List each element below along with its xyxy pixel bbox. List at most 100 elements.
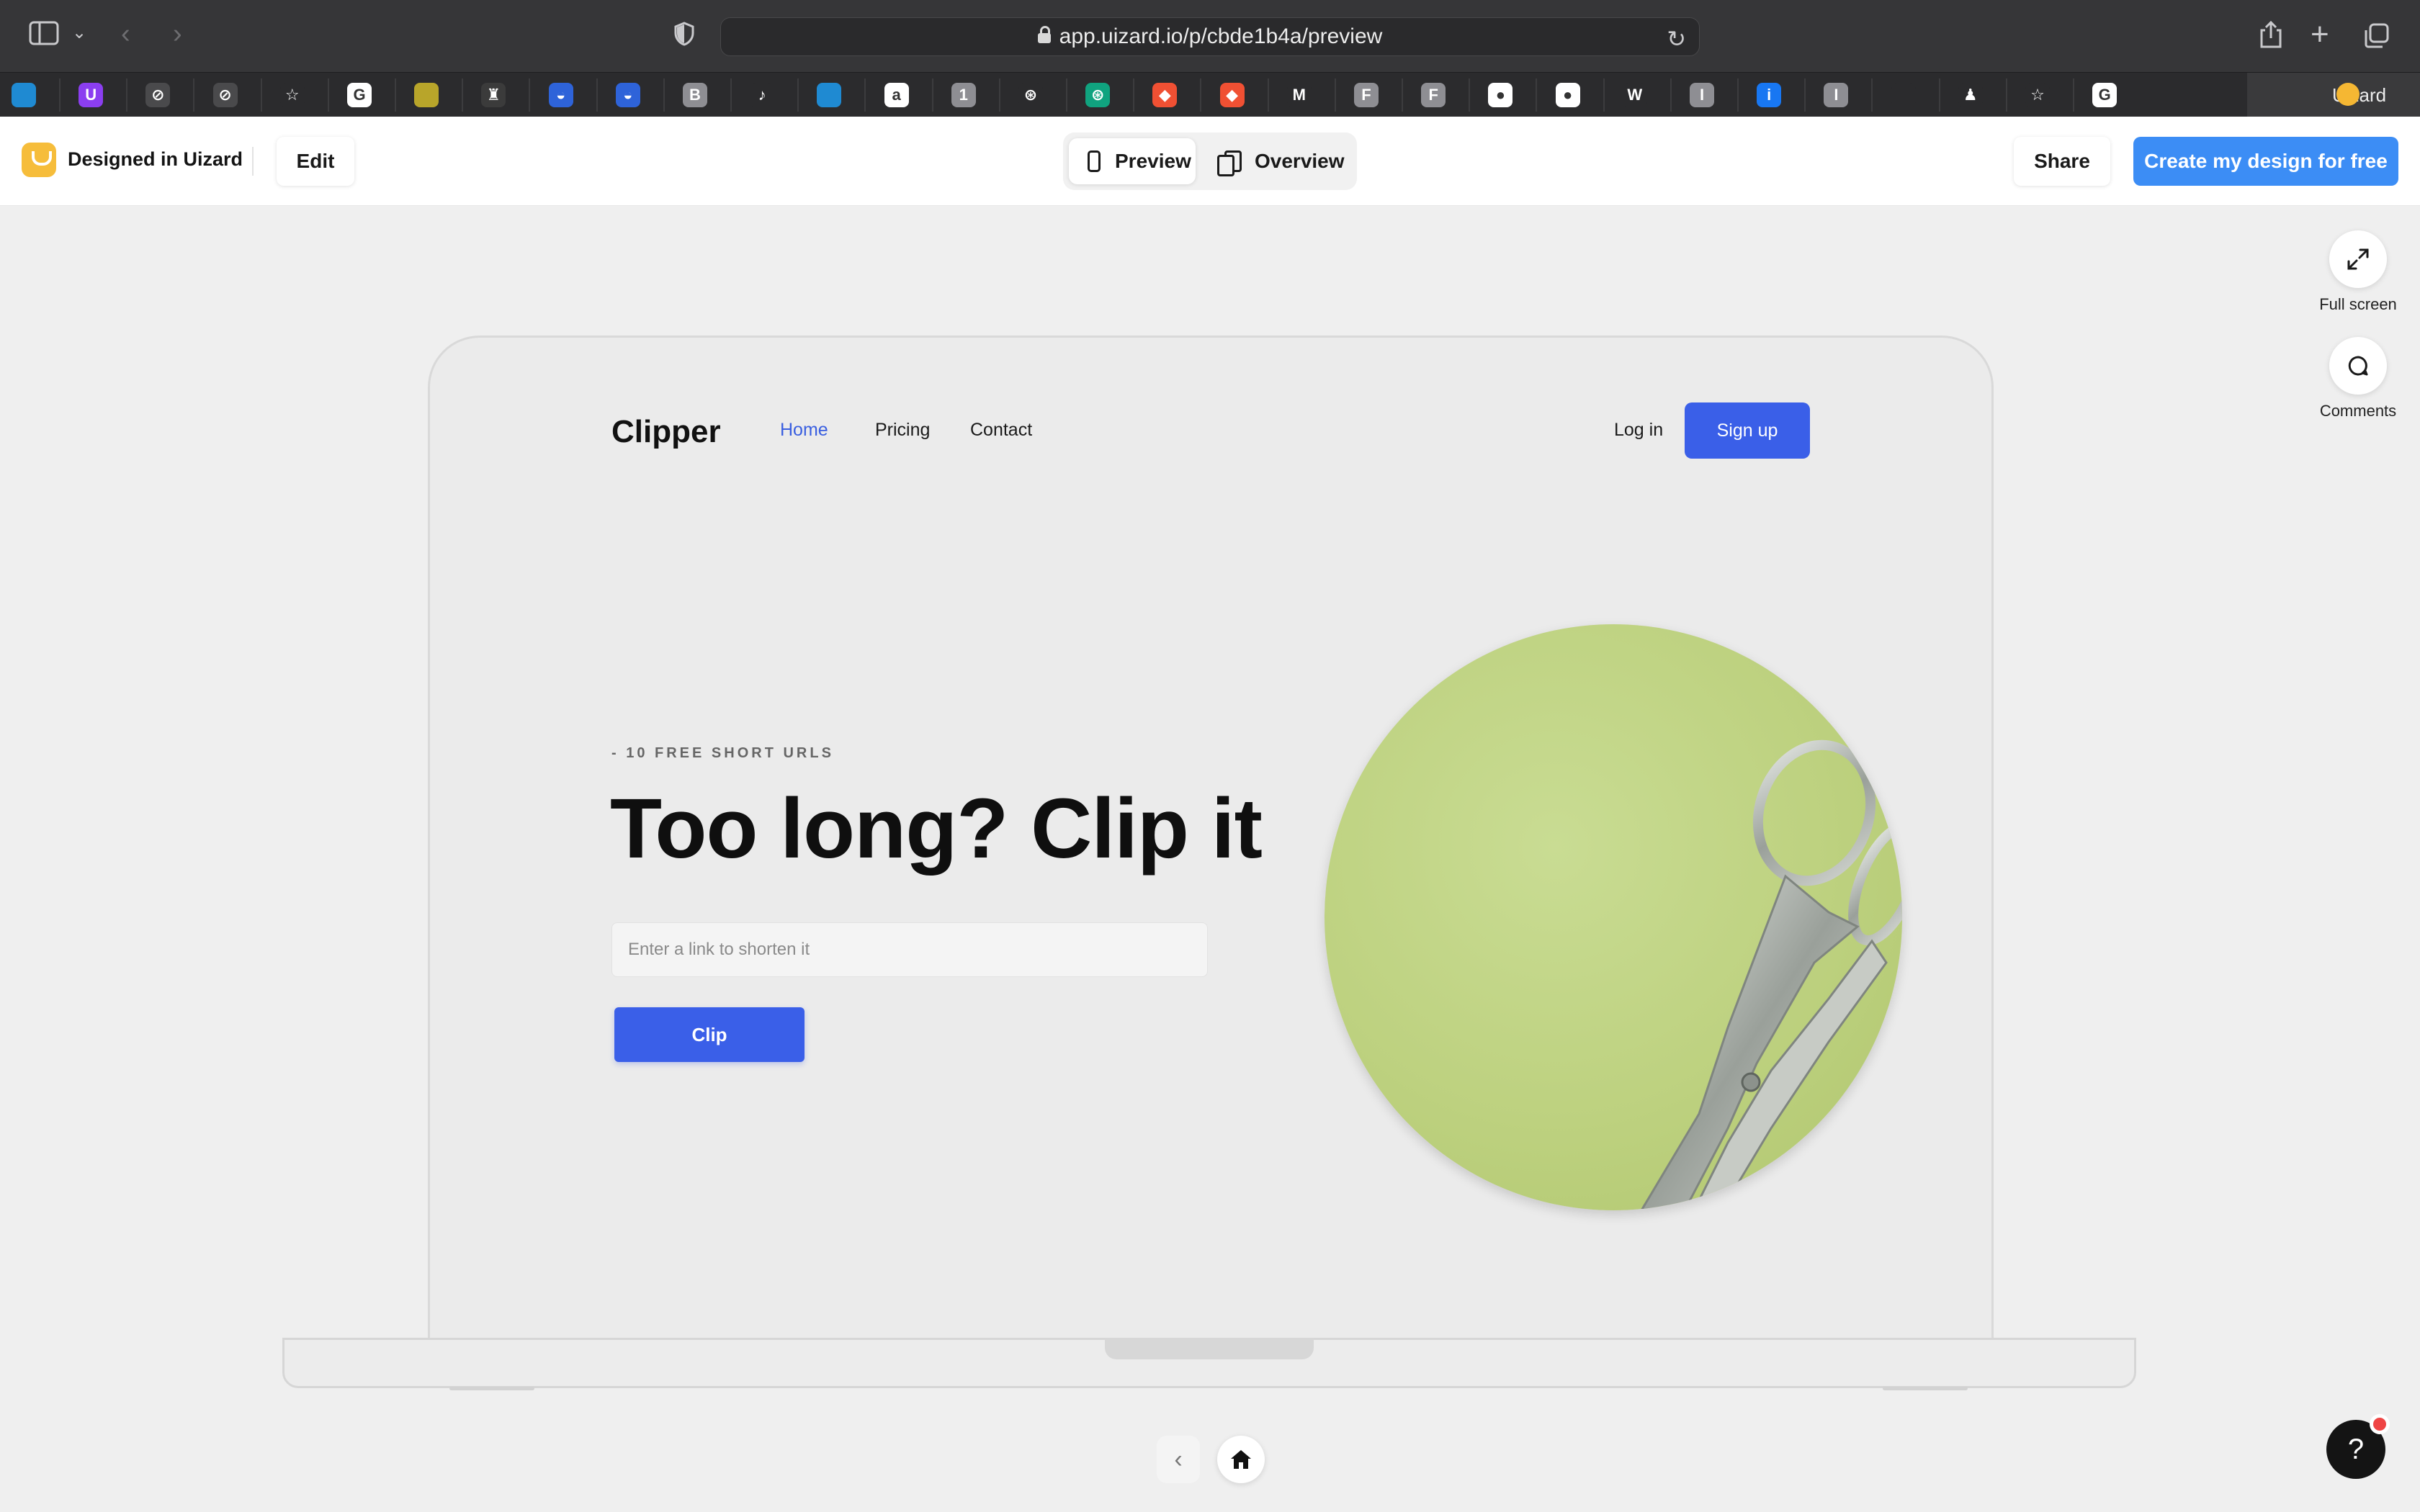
uizard-purple-icon[interactable]: U [79, 83, 104, 107]
mills-icon[interactable] [1891, 83, 1916, 107]
notification-badge [2370, 1414, 2390, 1434]
header-divider [252, 147, 254, 176]
nav-home[interactable]: Home [780, 420, 828, 441]
laptop-notch [1105, 1338, 1314, 1359]
figure-icon[interactable]: ♟ [1958, 83, 1983, 107]
f-icon[interactable]: F [1354, 83, 1379, 107]
chevron-left-icon: ‹ [1174, 1445, 1183, 1473]
f-icon[interactable]: F [1421, 83, 1446, 107]
i-icon[interactable]: I [1824, 83, 1849, 107]
favorites-separator [797, 78, 799, 112]
new-tab-icon[interactable]: + [2311, 19, 2329, 50]
favorites-separator [1737, 78, 1739, 112]
w-icon[interactable]: W [1622, 83, 1647, 107]
overview-tab[interactable]: Overview [1204, 138, 1351, 184]
chevron-down-icon[interactable]: ⌄ [72, 24, 86, 42]
address-bar[interactable]: app.uizard.io/p/cbde1b4a/preview ↻ [720, 17, 1700, 56]
uizard-header: Designed in Uizard Edit Preview Overview… [0, 117, 2420, 206]
github-icon[interactable]: ● [1555, 83, 1580, 107]
favorites-separator [126, 78, 128, 112]
favorites-separator [1267, 78, 1269, 112]
favorites-separator [260, 78, 262, 112]
sunrise-icon[interactable]: ◒ [548, 83, 573, 107]
uizard-logo-icon [2336, 83, 2360, 106]
share-icon[interactable] [2259, 20, 2283, 54]
overview-label: Overview [1255, 150, 1345, 172]
favorites-separator [730, 78, 732, 112]
favorites-separator [663, 78, 665, 112]
favorites-separator [1133, 78, 1135, 112]
fullscreen-label: Full screen [2319, 295, 2397, 313]
favorites-separator [1603, 78, 1605, 112]
hero-image [1325, 624, 1902, 1210]
uizard-logo-icon[interactable] [22, 143, 56, 177]
music-icon[interactable]: ♪ [750, 83, 775, 107]
favorites-separator [1334, 78, 1336, 112]
favorites-separator [1200, 78, 1202, 112]
nav-pricing[interactable]: Pricing [875, 420, 930, 441]
expand-icon [2347, 248, 2369, 270]
reload-icon[interactable]: ↻ [1667, 25, 1686, 53]
i-icon[interactable]: I [1690, 83, 1714, 107]
git-icon[interactable]: ◆ [1152, 83, 1178, 107]
signup-button[interactable]: Sign up [1685, 402, 1810, 459]
uizard-brand-label: Designed in Uizard [68, 148, 243, 170]
favorites-separator [1402, 78, 1403, 112]
comment-icon [2348, 356, 2368, 376]
sunrise-icon[interactable]: ◒ [615, 83, 640, 107]
git-icon[interactable]: ◆ [1219, 83, 1245, 107]
edit-button[interactable]: Edit [277, 137, 354, 186]
scissors-icon [1640, 739, 1902, 1210]
github-icon[interactable]: ● [1488, 83, 1513, 107]
sidebar-toggle-icon[interactable] [29, 20, 59, 51]
laptop-foot-left [449, 1387, 534, 1390]
url-text: app.uizard.io/p/cbde1b4a/preview [1059, 24, 1383, 48]
clip-button[interactable]: Clip [614, 1007, 805, 1062]
site-logo[interactable]: Clipper [611, 414, 721, 450]
a-icon[interactable]: a [884, 83, 909, 107]
favorites-separator [931, 78, 933, 112]
star-icon[interactable]: ☆ [2025, 83, 2050, 107]
nav-contact[interactable]: Contact [970, 420, 1032, 441]
tab-uizard[interactable]: Uizard [2247, 73, 2420, 117]
gmail-icon[interactable]: M [1286, 83, 1312, 107]
favorites-separator [1871, 78, 1873, 112]
home-button[interactable] [1217, 1436, 1265, 1483]
pages-icon [1217, 150, 1242, 176]
star-icon[interactable]: ☆ [279, 83, 305, 107]
b-icon[interactable]: B [683, 83, 707, 107]
one-icon[interactable]: 1 [951, 83, 976, 107]
colorbar-icon[interactable] [414, 83, 439, 107]
google-icon[interactable]: G [2092, 83, 2118, 107]
create-design-button[interactable]: Create my design for free [2133, 137, 2398, 186]
share-button[interactable]: Share [2014, 137, 2110, 186]
shield-icon[interactable] [674, 22, 694, 51]
tab-overview-icon[interactable] [2364, 23, 2390, 54]
compass-icon[interactable]: ⊘ [145, 83, 171, 107]
preview-label: Preview [1115, 150, 1191, 172]
compass-icon[interactable]: ⊘ [212, 83, 238, 107]
preview-tab[interactable]: Preview [1069, 138, 1196, 184]
favorites-separator [1469, 78, 1471, 112]
back-arrow-icon[interactable]: ‹ [121, 20, 130, 48]
vscode-icon[interactable] [817, 83, 842, 107]
google-icon[interactable]: G [347, 83, 372, 107]
comments-button[interactable] [2329, 337, 2387, 395]
favorites-separator [998, 78, 1000, 112]
fullscreen-button[interactable] [2329, 230, 2387, 288]
hero-kicker: - 10 FREE SHORT URLS [611, 745, 834, 761]
laptop-screen: Clipper Home Pricing Contact Log in Sign… [428, 336, 1994, 1339]
openai-green-icon[interactable]: ⊛ [1085, 83, 1111, 107]
previous-page-button[interactable]: ‹ [1157, 1436, 1200, 1483]
forward-arrow-icon[interactable]: › [173, 20, 182, 48]
info-icon[interactable]: i [1757, 83, 1782, 107]
favorites-separator [2073, 78, 2074, 112]
login-link[interactable]: Log in [1614, 420, 1663, 441]
vscode-icon[interactable] [12, 83, 36, 107]
castle-icon[interactable]: ♜ [481, 83, 506, 107]
openai-icon[interactable]: ⊛ [1018, 83, 1043, 107]
home-icon [1231, 1450, 1251, 1469]
phone-icon [1088, 150, 1101, 172]
favorites-separator [327, 78, 329, 112]
link-input[interactable] [611, 922, 1208, 977]
